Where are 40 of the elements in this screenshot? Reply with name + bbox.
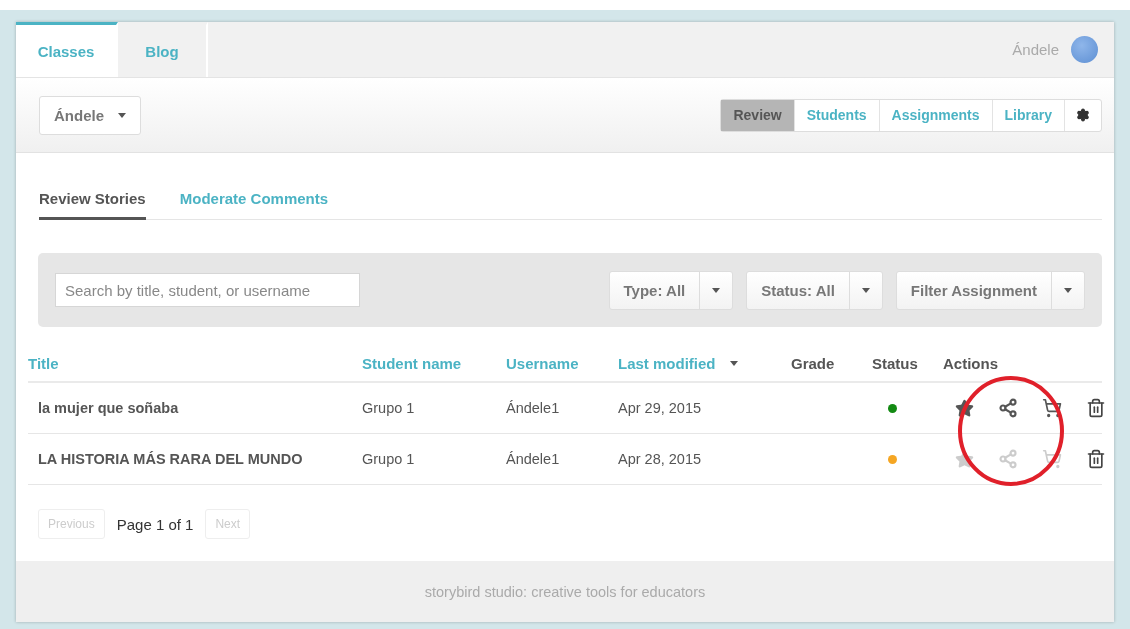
filter-dropdown[interactable]: Type: All — [608, 270, 734, 310]
column-header: Grade — [791, 355, 836, 372]
sub-tab[interactable]: Moderate Comments — [179, 186, 329, 220]
column-header[interactable]: Last modified — [618, 355, 791, 372]
table-cell-text: Grupo 1 — [362, 451, 416, 467]
search-field[interactable]: Search by title, student, or username — [55, 273, 360, 307]
trash-icon[interactable] — [1086, 398, 1106, 418]
story-title: LA HISTORIA MÁS RARA DEL MUNDO — [37, 451, 304, 467]
sub-tab[interactable]: Review Stories — [39, 186, 146, 220]
table-cell-text: Ándele1 — [506, 451, 561, 467]
share-icon[interactable] — [998, 398, 1018, 418]
column-header[interactable]: Student name — [362, 355, 506, 372]
nav-button[interactable]: Review — [721, 99, 795, 131]
page-indicator: Page 1 of 1 — [116, 515, 194, 533]
top-tab[interactable]: Classes — [16, 22, 118, 77]
user-name[interactable]: Ándele — [1012, 41, 1059, 58]
caret-icon — [712, 287, 721, 293]
table-cell-text: Apr 28, 2015 — [618, 451, 703, 467]
sort-caret-icon — [729, 361, 738, 366]
column-header: Actions — [943, 355, 999, 372]
star-icon[interactable] — [955, 398, 974, 418]
caret-icon — [118, 112, 126, 118]
column-header[interactable]: Username — [506, 355, 618, 372]
caret-icon — [1064, 287, 1072, 293]
table-cell-text: Grupo 1 — [362, 400, 416, 416]
avatar[interactable] — [1071, 36, 1098, 63]
filter-dropdown[interactable]: Status: All — [746, 270, 883, 310]
footer-text: storybird studio: creative tools for educators — [424, 583, 706, 600]
cart-icon[interactable] — [1042, 398, 1062, 418]
filter-dropdown[interactable]: Filter Assignment — [895, 270, 1085, 310]
table-cell-text: Ándele1 — [506, 400, 561, 416]
column-header: Status — [872, 355, 919, 372]
column-header[interactable]: Title — [28, 355, 362, 372]
story-title: la mujer que soñaba — [37, 400, 180, 416]
caret-icon — [861, 287, 870, 293]
table-cell-text: Apr 29, 2015 — [618, 400, 703, 416]
settings-icon — [1076, 108, 1090, 122]
cart-icon[interactable] — [1042, 449, 1062, 469]
trash-icon[interactable] — [1086, 449, 1106, 469]
class-select[interactable]: Ándele — [39, 95, 141, 135]
